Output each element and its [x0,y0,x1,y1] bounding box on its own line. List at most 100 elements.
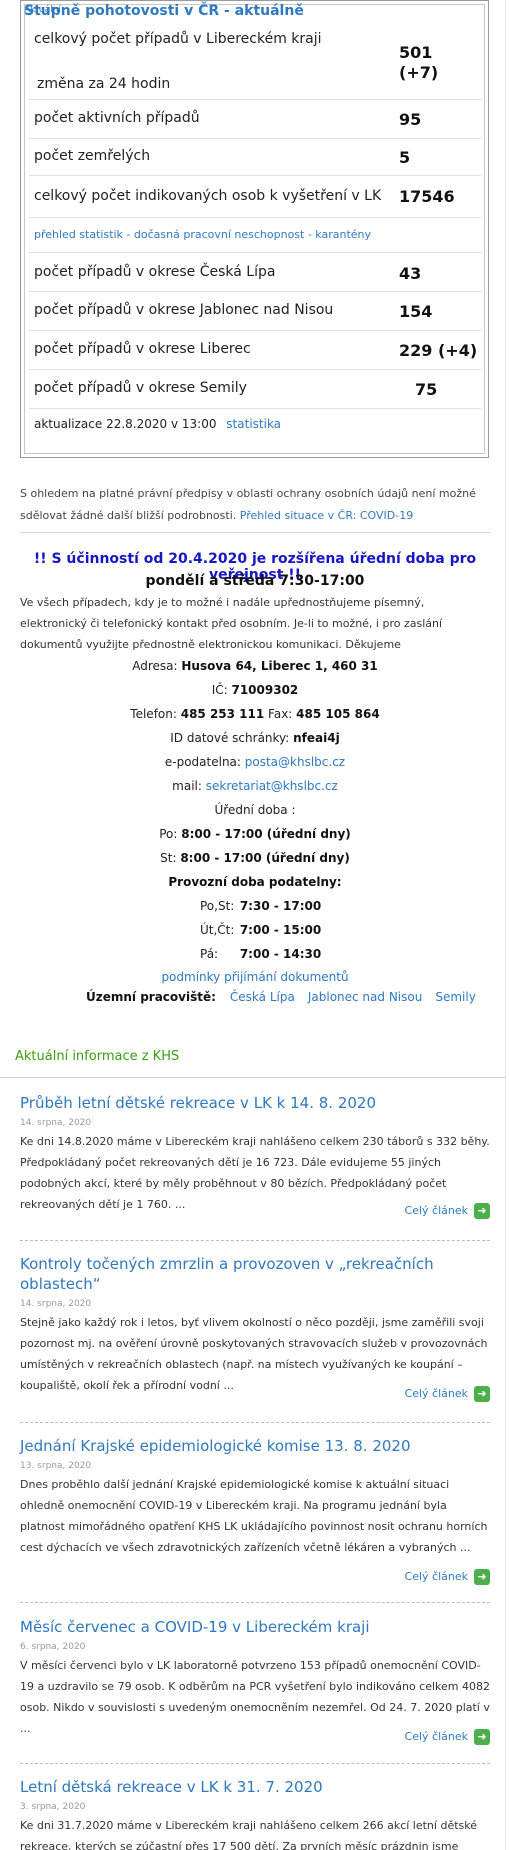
read-more-label: Celý článek [404,1387,468,1400]
databox-line: ID datové schránky: nfeai4j [20,731,490,745]
article-title-link[interactable]: Jednání Krajské epidemiologické komise 1… [20,1436,490,1456]
fax-value: 485 105 864 [296,707,380,721]
filing-time: 7:00 - 14:30 [239,947,322,961]
stats-value-jablonec: 154 [399,302,433,321]
read-more-label: Celý článek [404,1730,468,1743]
stats-row-jablonec: počet případů v okrese Jablonec nad Niso… [29,292,481,331]
stats-label-semily: počet případů v okrese Semily [34,380,247,396]
document-conditions-link[interactable]: podmínky přijímání dokumentů [161,970,348,984]
stats-update: aktualizace 22.8.2020 v 13:00 statistika [34,417,281,431]
stats-value-semily: 75 [415,380,438,399]
stats-label-jablonec: počet případů v okrese Jablonec nad Niso… [34,302,334,318]
article-title-link[interactable]: Letní dětská rekreace v LK k 31. 7. 2020 [20,1777,490,1797]
ic-label: IČ: [211,683,232,697]
address-value: Husova 64, Liberec 1, 460 31 [181,659,378,673]
databox-label: ID datové schránky: [170,731,294,745]
stats-row-semily: počet případů v okrese Semily 75 [29,370,481,409]
epodatelna-line: e-podatelna: posta@khslbc.cz [20,755,490,769]
mail-line: mail: sekretariat@khslbc.cz [20,779,490,793]
article-date: 3. srpna, 2020 [20,1802,86,1812]
article-separator [20,1602,490,1603]
covid-overview-link[interactable]: Přehled situace v ČR: COVID-19 [240,509,413,522]
phone-label: Telefon: [130,707,181,721]
article-separator [20,1763,490,1764]
news-article: Letní dětská rekreace v LK k 31. 7. 2020… [20,1777,490,1850]
filing-day-label: Út,Čt: [200,923,235,937]
stats-row-deaths: počet zemřelých 5 [29,139,481,176]
arrow-right-icon: ➜ [474,1203,490,1219]
article-separator [20,1240,490,1241]
stats-value-change: (+7) [399,63,439,82]
stats-value-active: 95 [399,110,422,129]
stats-row-indicated: celkový počet indikovaných osob k vyšetř… [29,176,481,218]
read-more-link[interactable]: Celý článek ➜ [405,1386,490,1402]
article-excerpt: Ke dni 31.7.2020 máme v Libereckém kraji… [20,1819,477,1850]
stats-row-ceska-lipa: počet případů v okrese Česká Lípa 43 [29,253,481,292]
stats-title-link[interactable]: Aktuální Stupně pohotovosti v ČR - aktuá… [24,3,304,19]
stats-value-liberec: 229 (+4) [399,341,478,360]
monday-value: 8:00 - 17:00 (úřední dny) [181,827,351,841]
stats-label-deaths: počet zemřelých [34,148,151,164]
stats-label-change: změna za 24 hodin [37,76,171,92]
monday-label: Po: [159,827,182,841]
news-article: Průběh letní dětské rekreace v LK k 14. … [20,1093,490,1223]
filing-day-label: Pá: [200,947,219,961]
article-excerpt: Stejně jako každý rok i letos, byť vlive… [20,1316,488,1392]
fax-label: Fax: [264,707,297,721]
article-date: 14. srpna, 2020 [20,1118,92,1128]
stats-value-deaths: 5 [399,148,411,167]
article-separator [20,1422,490,1423]
phone-value: 485 253 111 [180,707,265,721]
news-article: Měsíc červenec a COVID-19 v Libereckém k… [20,1617,490,1747]
article-date: 6. srpna, 2020 [20,1642,86,1652]
site-link-semily[interactable]: Semily [435,990,475,1004]
article-date: 14. srpna, 2020 [20,1299,92,1309]
stats-label-active: počet aktivních případů [34,110,200,126]
read-more-label: Celý článek [404,1204,468,1217]
article-title-link[interactable]: Kontroly točených zmrzlin a provozoven v… [20,1254,490,1294]
site-link-ceska-lipa[interactable]: Česká Lípa [230,990,295,1004]
statistics-box: Aktuální Stupně pohotovosti v ČR - aktuá… [20,0,489,458]
filing-hours-tue-thu: Út,Čt: 7:00 - 15:00 [200,923,321,937]
page-right-border [505,0,506,1850]
news-heading: Aktuální informace z KHS [15,1049,180,1064]
databox-value: nfeai4j [293,731,340,745]
site-link-jablonec[interactable]: Jablonec nad Nisou [308,990,423,1004]
conditions-line: podmínky přijímání dokumentů [20,970,490,984]
statistika-link[interactable]: statistika [226,417,281,431]
article-title-link[interactable]: Průběh letní dětské rekreace v LK k 14. … [20,1093,490,1113]
stats-label-total: celkový počet případů v Libereckém kraji [34,31,322,47]
stats-overview-link[interactable]: přehled statistik - dočasná pracovní nes… [34,228,371,241]
stats-update-text: aktualizace 22.8.2020 v 13:00 [34,417,217,431]
regional-offices: Územní pracoviště: Česká Lípa Jablonec nad… [86,990,489,1004]
secretariat-email-link[interactable]: sekretariat@khslbc.cz [206,779,338,793]
filing-hours-title-text: Provozní doba podatelny: [168,875,342,889]
office-hours-title: Úřední doba : [214,803,296,817]
stats-row-liberec: počet případů v okrese Liberec 229 (+4) [29,331,481,370]
epodatelna-email-link[interactable]: posta@khslbc.cz [245,755,345,769]
hours-main: pondělí a středa 7:30-17:00 [145,573,365,589]
epodatelna-label: e-podatelna: [164,755,245,769]
stats-title-text: Stupně pohotovosti v ČR - aktuálně [24,3,304,19]
read-more-link[interactable]: Celý článek ➜ [405,1729,490,1745]
stats-value-indicated: 17546 [399,187,455,206]
phone-line: Telefon: 485 253 111 Fax: 485 105 864 [20,707,490,721]
article-excerpt: Dnes proběhlo další jednání Krajské epid… [20,1478,488,1554]
news-article: Jednání Krajské epidemiologické komise 1… [20,1436,490,1586]
news-heading-divider [0,1077,505,1078]
stats-title-overlay: Aktuální [24,5,61,15]
stats-row-active: počet aktivních případů 95 [29,100,481,139]
filing-time: 7:30 - 17:00 [239,899,322,913]
arrow-right-icon: ➜ [474,1729,490,1745]
wednesday-hours: St: 8:00 - 17:00 (úřední dny) [20,851,490,865]
read-more-link[interactable]: Celý článek ➜ [405,1569,490,1585]
article-date: 13. srpna, 2020 [20,1461,92,1471]
ic-line: IČ: 71009302 [20,683,490,697]
article-title-link[interactable]: Měsíc červenec a COVID-19 v Libereckém k… [20,1617,490,1637]
read-more-link[interactable]: Celý článek ➜ [405,1203,490,1219]
read-more-label: Celý článek [404,1570,468,1583]
filing-hours-title: Provozní doba podatelny: [20,875,490,889]
filing-hours-fri: Pá: 7:00 - 14:30 [200,947,321,961]
contact-preference-paragraph: Ve všech případech, kdy je to možné i na… [20,596,443,651]
filing-time: 7:00 - 15:00 [239,923,322,937]
